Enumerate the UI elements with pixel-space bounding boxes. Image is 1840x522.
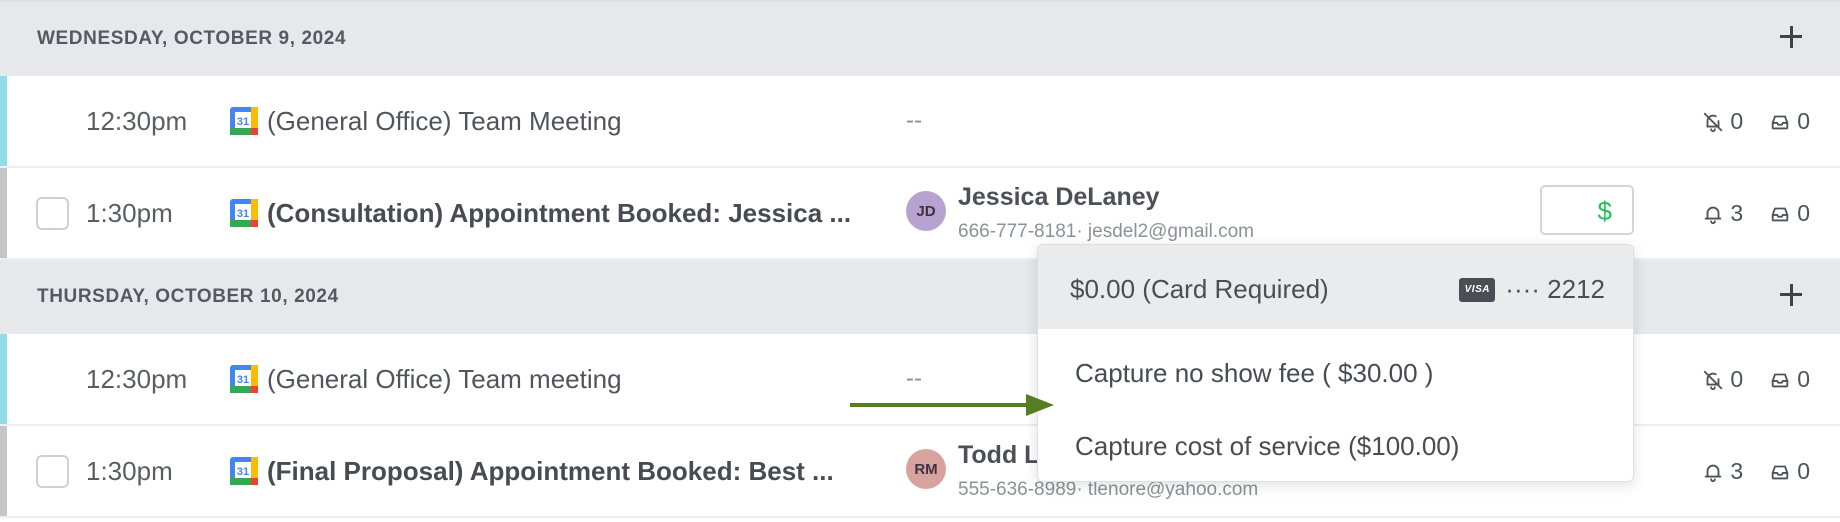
payment-amount: $0.00 (Card Required) — [1070, 274, 1329, 304]
event-stats: 3 0 — [1702, 458, 1810, 485]
bell-icon — [1705, 206, 1722, 224]
payment-summary: $0.00 (Card Required) VISA ···· 2212 — [1038, 245, 1633, 329]
svg-text:31: 31 — [237, 374, 249, 386]
event-time: 12:30pm — [86, 364, 188, 394]
bell-off-icon — [1704, 112, 1723, 132]
event-time: 12:30pm — [86, 106, 188, 136]
event-row[interactable]: 12:30pm 31 (General Office) Team Meeting… — [0, 76, 1840, 168]
reminders-stat[interactable]: 3 — [1702, 458, 1743, 485]
messages-stat[interactable]: 0 — [1769, 108, 1810, 135]
messages-count: 0 — [1797, 200, 1810, 226]
payment-button[interactable]: $ — [1540, 185, 1634, 235]
saved-card: VISA ···· 2212 — [1459, 274, 1605, 305]
row-accent-bar — [0, 334, 7, 424]
row-accent-bar — [0, 76, 7, 166]
inbox-icon — [1771, 373, 1789, 387]
capture-no-show-fee-option[interactable]: Capture no show fee ( $30.00 ) — [1075, 358, 1433, 389]
messages-count: 0 — [1797, 458, 1810, 484]
card-number: ···· 2212 — [1505, 274, 1605, 304]
event-title[interactable]: (Consultation) Appointment Booked: Jessi… — [267, 198, 851, 229]
bell-off-icon — [1704, 370, 1723, 390]
contact-details: 555-636-8989· tlenore@yahoo.com — [958, 479, 1259, 500]
messages-count: 0 — [1797, 108, 1810, 134]
event-title[interactable]: (General Office) Team meeting — [267, 364, 622, 395]
event-time: 1:30pm — [86, 198, 173, 228]
day-label: WEDNESDAY, OCTOBER 9, 2024 — [37, 28, 347, 49]
google-calendar-icon: 31 — [229, 106, 259, 136]
bell-icon — [1705, 464, 1722, 482]
svg-text:31: 31 — [237, 208, 249, 220]
contact-placeholder: -- — [906, 107, 922, 134]
event-checkbox[interactable] — [36, 455, 69, 488]
event-title[interactable]: (General Office) Team Meeting — [267, 106, 622, 137]
reminders-count: 0 — [1730, 108, 1744, 134]
inbox-icon — [1771, 207, 1789, 221]
row-accent-bar — [0, 168, 7, 258]
google-calendar-icon: 31 — [229, 364, 259, 394]
event-stats: 0 0 — [1702, 366, 1810, 393]
avatar[interactable]: JD — [906, 191, 946, 231]
svg-text:31: 31 — [237, 466, 249, 478]
contact-placeholder: -- — [906, 365, 922, 392]
event-title[interactable]: (Final Proposal) Appointment Booked: Bes… — [267, 456, 834, 487]
reminders-count: 3 — [1730, 458, 1744, 484]
row-accent-bar — [0, 426, 7, 516]
add-event-button[interactable] — [1776, 22, 1806, 52]
event-checkbox[interactable] — [36, 197, 69, 230]
day-header: WEDNESDAY, OCTOBER 9, 2024 — [0, 2, 1840, 76]
google-calendar-icon: 31 — [229, 456, 259, 486]
contact-name[interactable]: Todd L — [958, 441, 1039, 470]
day-label: THURSDAY, OCTOBER 10, 2024 — [37, 286, 339, 307]
messages-stat[interactable]: 0 — [1769, 458, 1810, 485]
contact-details: 666-777-8181· jesdel2@gmail.com — [958, 221, 1255, 242]
visa-card-icon: VISA — [1459, 277, 1496, 302]
avatar[interactable]: RM — [906, 449, 946, 489]
reminders-count: 0 — [1730, 366, 1744, 392]
svg-text:31: 31 — [237, 116, 249, 128]
dollar-icon: $ — [1597, 196, 1612, 226]
messages-stat[interactable]: 0 — [1769, 366, 1810, 393]
payment-dropdown: $0.00 (Card Required) VISA ···· 2212 Cap… — [1037, 244, 1634, 482]
capture-cost-of-service-option[interactable]: Capture cost of service ($100.00) — [1075, 431, 1459, 462]
add-event-button[interactable] — [1776, 280, 1806, 310]
reminders-stat[interactable]: 3 — [1702, 200, 1743, 227]
reminders-stat[interactable]: 0 — [1702, 108, 1743, 135]
inbox-icon — [1771, 115, 1789, 129]
event-stats: 0 0 — [1702, 108, 1810, 135]
event-stats: 3 0 — [1702, 200, 1810, 227]
inbox-icon — [1771, 465, 1789, 479]
annotation-arrow — [850, 394, 1054, 416]
event-time: 1:30pm — [86, 456, 173, 486]
reminders-stat[interactable]: 0 — [1702, 366, 1743, 393]
google-calendar-icon: 31 — [229, 198, 259, 228]
messages-stat[interactable]: 0 — [1769, 200, 1810, 227]
contact-name[interactable]: Jessica DeLaney — [958, 183, 1160, 212]
reminders-count: 3 — [1730, 200, 1744, 226]
messages-count: 0 — [1797, 366, 1810, 392]
